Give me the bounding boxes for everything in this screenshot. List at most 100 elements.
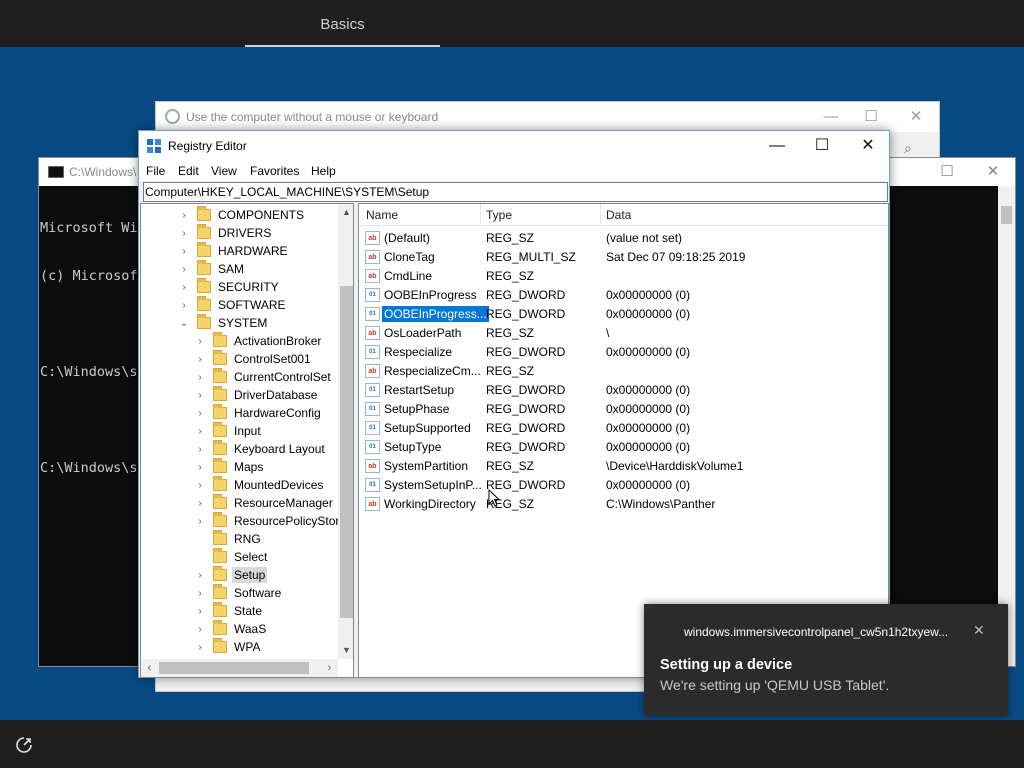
chevron-right-icon[interactable]: › [179,228,189,239]
value-row[interactable]: ab WorkingDirectory REG_SZ C:\Windows\Panth… [359,495,888,514]
chevron-right-icon[interactable]: › [195,462,205,473]
tree-node[interactable]: › HardwareConfig [195,404,323,422]
chevron-right-icon[interactable]: › [195,444,205,455]
cmd-scrollbar[interactable] [998,186,1015,666]
scroll-up-arrow-icon[interactable]: ▲ [338,204,353,221]
address-bar[interactable]: Computer\HKEY_LOCAL_MACHINE\SYSTEM\Setup [143,182,888,202]
tree-node[interactable]: › State [195,602,264,620]
menu-edit[interactable]: Edit [178,164,199,178]
value-row[interactable]: 01 SystemSetupInP... REG_DWORD 0x00000000 (… [359,476,888,495]
chevron-right-icon[interactable]: › [179,246,189,257]
tree-node[interactable]: › CurrentControlSet [195,368,333,386]
tab-basics[interactable]: Basics [245,0,440,47]
tree-node[interactable]: › WPA [195,638,262,656]
menu-favorites[interactable]: Favorites [250,164,299,178]
chevron-right-icon[interactable]: › [179,210,189,221]
chevron-right-icon[interactable]: › [195,354,205,365]
ease-close-button[interactable]: ✕ [901,106,931,128]
column-divider[interactable] [600,204,601,226]
value-row[interactable]: 01 RestartSetup REG_DWORD 0x00000000 (0) [359,381,888,400]
value-name: SetupSupported [384,421,471,435]
chevron-right-icon[interactable]: › [195,480,205,491]
tree-node[interactable]: › ControlSet001 [195,350,313,368]
tree-node[interactable]: › Software [195,584,283,602]
tree-node[interactable]: › WaaS [195,620,268,638]
value-row[interactable]: ab (Default) REG_SZ (value not set) [359,229,888,248]
ease-of-access-icon[interactable] [15,736,33,754]
tree-node[interactable]: › DriverDatabase [195,386,319,404]
notification-toast[interactable]: windows.immersivecontrolpanel_cw5n1h2txy… [644,604,1008,716]
tree-vertical-thumb[interactable] [340,286,353,618]
ease-minimize-button[interactable]: — [816,106,846,128]
column-data-header[interactable]: Data [606,208,631,222]
chevron-right-icon[interactable]: › [179,264,189,275]
value-row[interactable]: 01 OOBEInProgress... REG_DWORD 0x00000000 (… [359,305,888,324]
value-row[interactable]: 01 SetupPhase REG_DWORD 0x00000000 (0) [359,400,888,419]
chevron-right-icon[interactable]: › [195,408,205,419]
value-row[interactable]: 01 Respecialize REG_DWORD 0x00000000 (0) [359,343,888,362]
chevron-right-icon[interactable]: › [195,516,205,527]
value-row[interactable]: 01 SetupSupported REG_DWORD 0x00000000 (0) [359,419,888,438]
value-row[interactable]: ab CloneTag REG_MULTI_SZ Sat Dec 07 09:18:2… [359,248,888,267]
tree-node[interactable]: › MountedDevices [195,476,325,494]
chevron-right-icon[interactable]: › [195,606,205,617]
tree-node[interactable]: › Input [195,422,263,440]
chevron-right-icon[interactable]: › [195,588,205,599]
chevron-right-icon[interactable]: › [195,624,205,635]
value-row[interactable]: ab CmdLine REG_SZ [359,267,888,286]
cmd-maximize-button[interactable]: ☐ [932,161,962,183]
menu-help[interactable]: Help [311,164,336,178]
registry-maximize-button[interactable]: ☐ [799,131,845,161]
tree-node[interactable]: RNG [195,530,263,548]
value-row[interactable]: ab RespecializeCm... REG_SZ [359,362,888,381]
tree-node[interactable]: › Setup [195,566,268,584]
chevron-right-icon[interactable]: › [195,336,205,347]
value-row[interactable]: 01 OOBEInProgress REG_DWORD 0x00000000 (0) [359,286,888,305]
tree-node[interactable]: › ResourcePolicyStore [195,512,348,530]
tree-node[interactable]: › DRIVERS [179,224,273,242]
tree-vertical-scrollbar[interactable]: ▲ ▼ [338,204,353,659]
menu-file[interactable]: File [146,164,165,178]
ease-maximize-button[interactable]: ☐ [856,106,886,128]
column-type-header[interactable]: Type [486,208,512,222]
tree-node[interactable]: › Keyboard Layout [195,440,327,458]
chevron-down-icon[interactable]: ⌄ [179,318,189,329]
scroll-left-arrow-icon[interactable]: ‹ [141,659,158,677]
tree-node[interactable]: › SAM [179,260,246,278]
tree-horizontal-scrollbar[interactable]: ‹ › [141,659,338,677]
tree-node[interactable]: › ResourceManager [195,494,335,512]
toast-close-icon[interactable]: ✕ [973,622,985,639]
chevron-right-icon[interactable]: › [195,372,205,383]
menu-view[interactable]: View [211,164,237,178]
binary-value-icon: 01 [365,383,380,397]
key-tree-pane[interactable]: › COMPONENTS › DRIVERS › HARDWARE › SAM › SECURIT… [140,203,354,678]
chevron-right-icon[interactable]: › [195,642,205,653]
tree-horizontal-thumb[interactable] [159,662,309,674]
scroll-down-arrow-icon[interactable]: ▼ [338,642,353,659]
scroll-right-arrow-icon[interactable]: › [321,659,338,677]
registry-close-button[interactable]: ✕ [845,131,891,161]
tree-node[interactable]: › COMPONENTS [179,206,306,224]
tree-node[interactable]: › HARDWARE [179,242,290,260]
chevron-right-icon[interactable]: › [195,498,205,509]
value-row[interactable]: ab OsLoaderPath REG_SZ \ [359,324,888,343]
tree-node[interactable]: › SOFTWARE [179,296,288,314]
tree-node[interactable]: › Maps [195,458,265,476]
chevron-right-icon[interactable]: › [179,300,189,311]
chevron-right-icon[interactable]: › [179,282,189,293]
column-name-header[interactable]: Name [366,208,398,222]
column-divider[interactable] [480,204,481,226]
cmd-close-button[interactable]: ✕ [978,161,1008,183]
chevron-right-icon[interactable]: › [195,570,205,581]
cmd-scroll-thumb[interactable] [1001,206,1012,224]
registry-minimize-button[interactable]: — [754,131,800,161]
value-type: REG_SZ [486,269,535,283]
tree-node[interactable]: Select [195,548,269,566]
tree-node[interactable]: › SECURITY [179,278,281,296]
chevron-right-icon[interactable]: › [195,390,205,401]
value-row[interactable]: 01 SetupType REG_DWORD 0x00000000 (0) [359,438,888,457]
tree-node[interactable]: ⌄ SYSTEM [179,314,269,332]
chevron-right-icon[interactable]: › [195,426,205,437]
tree-node[interactable]: › ActivationBroker [195,332,323,350]
value-row[interactable]: ab SystemPartition REG_SZ \Device\HarddiskV… [359,457,888,476]
